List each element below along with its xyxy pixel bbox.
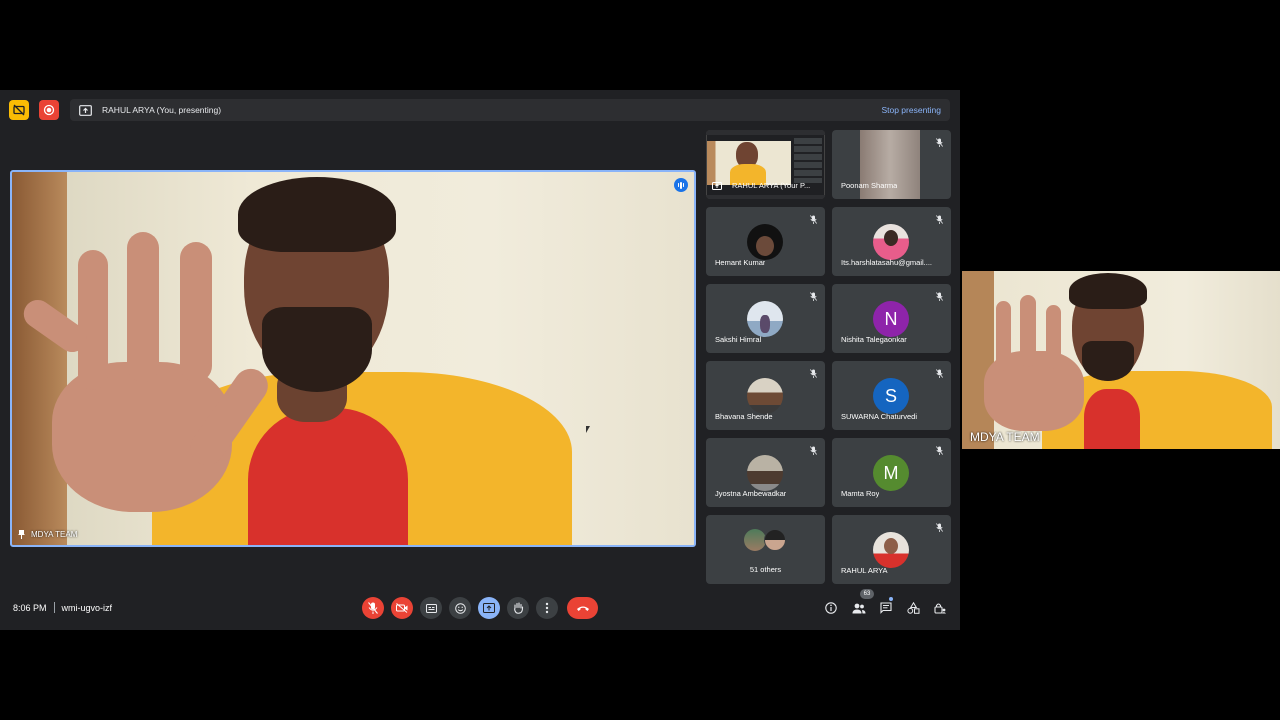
meet-window: RAHUL ARYA (You, presenting) Stop presen…	[0, 90, 960, 630]
participant-tile-nishita-talegaonkar[interactable]: N Nishita Talegaonkar	[832, 284, 951, 353]
present-now-button[interactable]	[478, 597, 500, 619]
stop-presenting-button[interactable]: Stop presenting	[881, 105, 941, 115]
participant-tile-sakshi-himral[interactable]: Sakshi Himral	[706, 284, 825, 353]
camera-toggle-button[interactable]	[391, 597, 413, 619]
participants-count-badge: 63	[860, 589, 874, 599]
participant-name: SUWARNA Chaturvedi	[841, 412, 917, 421]
raise-hand-button[interactable]	[507, 597, 529, 619]
participant-name: Nishita Talegaonkar	[841, 335, 907, 344]
speaker-video-frame	[12, 172, 694, 545]
participant-name: Jyostna Ambewadkar	[715, 489, 787, 498]
side-camera-video: MDYA TEAM	[962, 271, 1280, 449]
avatar	[873, 224, 909, 260]
meeting-code: wmi-ugvo-izf	[61, 602, 113, 613]
participant-name: RAHUL ARYA	[841, 566, 888, 575]
mic-off-icon	[810, 292, 817, 301]
present-screen-icon	[483, 603, 495, 613]
meeting-details-button[interactable]	[823, 600, 839, 616]
participant-name: Its.harshlatasahu@gmail....	[841, 258, 932, 267]
reactions-button[interactable]	[449, 597, 471, 619]
clock-time: 8:06 PM	[13, 602, 47, 613]
record-icon	[43, 104, 55, 116]
avatar: S	[873, 378, 909, 414]
people-icon	[852, 603, 866, 613]
avatar	[747, 301, 783, 337]
mic-off-icon	[810, 215, 817, 224]
mic-off-icon	[810, 369, 817, 378]
activities-button[interactable]	[905, 600, 921, 616]
meeting-info: 8:06 PM wmi-ugvo-izf	[13, 602, 112, 613]
presenting-text: RAHUL ARYA (You, presenting)	[102, 105, 222, 115]
mic-off-icon	[936, 138, 943, 147]
mic-off-icon	[936, 292, 943, 301]
presenting-bar: RAHUL ARYA (You, presenting) Stop presen…	[70, 99, 950, 121]
info-icon	[825, 602, 837, 614]
present-screen-icon	[79, 104, 92, 116]
participant-tile-harshlata-sahu[interactable]: Its.harshlatasahu@gmail....	[832, 207, 951, 276]
mic-off-icon	[936, 369, 943, 378]
participant-name: Poonam Sharma	[841, 181, 898, 190]
participant-name: Mamta Roy	[841, 489, 880, 498]
avatar	[764, 529, 786, 551]
main-video-label: MDYA TEAM	[18, 530, 77, 539]
mic-off-icon	[368, 602, 378, 614]
leave-call-button[interactable]	[567, 597, 598, 619]
shapes-icon	[906, 602, 919, 614]
avatar: M	[873, 455, 909, 491]
participant-tile-hemant-kumar[interactable]: Hemant Kumar	[706, 207, 825, 276]
participant-name: Sakshi Himral	[715, 335, 762, 344]
hand-icon	[513, 602, 523, 614]
avatar	[747, 224, 783, 260]
avatar	[873, 532, 909, 568]
mic-off-icon	[936, 523, 943, 532]
captions-button[interactable]	[420, 597, 442, 619]
participant-tile-rahul-arya[interactable]: RAHUL ARYA	[832, 515, 951, 584]
participant-tile-bhavana-shende[interactable]: Bhavana Shende	[706, 361, 825, 430]
phone-hangup-icon	[576, 606, 589, 611]
participant-tile-suwarna-chaturvedi[interactable]: S SUWARNA Chaturvedi	[832, 361, 951, 430]
camera-off-icon	[396, 603, 408, 613]
host-controls-button[interactable]	[932, 600, 948, 616]
mic-off-icon	[936, 215, 943, 224]
chat-button[interactable]	[878, 600, 894, 616]
avatar	[744, 529, 766, 551]
speaking-indicator-icon	[674, 178, 688, 192]
captions-off-button[interactable]	[9, 100, 29, 120]
present-screen-icon	[712, 182, 722, 190]
more-vertical-icon	[545, 602, 549, 614]
captions-off-icon	[13, 104, 25, 116]
participants-button[interactable]	[851, 600, 867, 616]
others-count: 51 others	[749, 565, 782, 574]
avatar	[747, 378, 783, 414]
participant-tile-mamta-roy[interactable]: M Mamta Roy	[832, 438, 951, 507]
pin-icon	[18, 530, 25, 539]
main-video[interactable]: MDYA TEAM	[10, 170, 696, 547]
emoji-icon	[454, 602, 466, 614]
main-video-name: MDYA TEAM	[31, 530, 78, 539]
mic-off-icon	[936, 446, 943, 455]
self-view-tile[interactable]: RAHUL ARYA (Your P...	[706, 130, 825, 199]
participant-tile-poonam-sharma[interactable]: Poonam Sharma	[832, 130, 951, 199]
mouse-cursor-icon	[586, 426, 590, 433]
self-view-name: RAHUL ARYA (Your P...	[732, 181, 811, 190]
captions-icon	[425, 603, 437, 613]
more-options-button[interactable]	[536, 597, 558, 619]
chat-unread-dot	[889, 597, 893, 601]
chat-icon	[880, 602, 892, 614]
avatar	[747, 455, 783, 491]
others-tile[interactable]: 51 others	[706, 515, 825, 584]
participant-name: Bhavana Shende	[715, 412, 773, 421]
participant-tile-jyostna-ambewadkar[interactable]: Jyostna Ambewadkar	[706, 438, 825, 507]
avatar: N	[873, 301, 909, 337]
microphone-toggle-button[interactable]	[362, 597, 384, 619]
participant-name: Hemant Kumar	[715, 258, 766, 267]
side-video-name: MDYA TEAM	[970, 430, 1040, 444]
lock-person-icon	[934, 603, 946, 614]
recording-button[interactable]	[39, 100, 59, 120]
mic-off-icon	[810, 446, 817, 455]
